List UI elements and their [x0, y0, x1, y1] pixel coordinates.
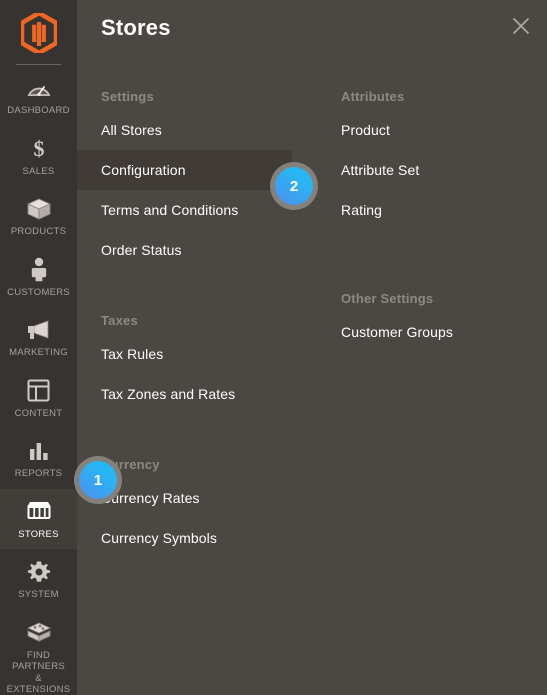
sidebar-item-label: FIND PARTNERS & EXTENSIONS	[6, 649, 71, 695]
close-icon	[512, 17, 530, 35]
menu-column-left: Settings All Stores Configuration Terms …	[77, 88, 317, 558]
sidebar-item-customers[interactable]: CUSTOMERS	[0, 247, 77, 308]
menu-column-right: Attributes Product Attribute Set Rating …	[317, 88, 547, 558]
layout-icon	[2, 378, 75, 404]
bar-chart-icon	[2, 438, 75, 464]
menu-link-tax-rules[interactable]: Tax Rules	[77, 334, 292, 374]
svg-text:$: $	[33, 136, 44, 160]
menu-group-title: Other Settings	[341, 291, 434, 306]
sidebar-item-label: CONTENT	[14, 407, 63, 419]
page-title: Stores	[101, 15, 171, 40]
menu-group-currency: Currency Currency Rates Currency Symbols	[77, 456, 317, 558]
menu-group-settings: Settings All Stores Configuration Terms …	[77, 88, 317, 270]
dollar-icon: $	[2, 136, 75, 162]
box-icon	[2, 196, 75, 222]
sidebar-item-system[interactable]: SYSTEM	[0, 549, 77, 610]
menu-link-order-status[interactable]: Order Status	[77, 230, 292, 270]
admin-sidebar: DASHBOARD $ SALES PRODUCTS CUSTOMERS MAR…	[0, 0, 77, 695]
sidebar-item-sales[interactable]: $ SALES	[0, 126, 77, 187]
menu-group-title: Settings	[101, 89, 154, 104]
magento-logo-icon	[20, 13, 57, 53]
sidebar-item-stores[interactable]: STORES	[0, 488, 77, 549]
megaphone-icon	[2, 317, 75, 343]
sidebar-item-label: SYSTEM	[18, 589, 59, 600]
sidebar-item-reports[interactable]: REPORTS	[0, 428, 77, 489]
menu-group-title: Attributes	[341, 89, 405, 104]
panel-header: Stores	[77, 0, 547, 62]
sidebar-item-label: SALES	[22, 165, 55, 177]
gauge-icon	[2, 75, 75, 101]
menu-group-title: Taxes	[101, 313, 138, 328]
sidebar-item-label: REPORTS	[14, 468, 63, 479]
sidebar-item-label: PRODUCTS	[10, 226, 67, 237]
person-icon	[2, 257, 75, 283]
menu-link-tax-zones-and-rates[interactable]: Tax Zones and Rates	[77, 374, 292, 414]
sidebar-item-products[interactable]: PRODUCTS	[0, 186, 77, 247]
sidebar-item-label: DASHBOARD	[7, 105, 70, 116]
sidebar-item-marketing[interactable]: MARKETING	[0, 307, 77, 368]
menu-link-currency-symbols[interactable]: Currency Symbols	[77, 518, 292, 558]
menu-link-attribute-set[interactable]: Attribute Set	[317, 150, 532, 190]
menu-link-terms-and-conditions[interactable]: Terms and Conditions	[77, 190, 292, 230]
menu-link-customer-groups[interactable]: Customer Groups	[317, 312, 532, 352]
menu-group-taxes: Taxes Tax Rules Tax Zones and Rates	[77, 312, 317, 414]
menu-link-all-stores[interactable]: All Stores	[77, 110, 292, 150]
stores-menu-overlay: DASHBOARD $ SALES PRODUCTS CUSTOMERS MAR…	[0, 0, 547, 695]
stores-menu-panel: Stores Settings All Stores Configuration…	[77, 0, 547, 695]
sidebar-item-label: STORES	[18, 528, 59, 540]
sidebar-item-label: CUSTOMERS	[7, 286, 70, 298]
menu-group-other-settings: Other Settings Customer Groups	[317, 290, 547, 352]
sidebar-item-dashboard[interactable]: DASHBOARD	[0, 65, 77, 126]
extension-box-icon	[2, 620, 75, 646]
menu-link-rating[interactable]: Rating	[317, 190, 532, 230]
menu-link-configuration[interactable]: Configuration	[77, 150, 292, 190]
storefront-icon	[2, 499, 75, 525]
menu-columns: Settings All Stores Configuration Terms …	[77, 62, 547, 558]
sidebar-item-find-partners-extensions[interactable]: FIND PARTNERS & EXTENSIONS	[0, 610, 77, 695]
menu-group-title: Currency	[101, 457, 160, 472]
sidebar-item-content[interactable]: CONTENT	[0, 368, 77, 429]
close-button[interactable]	[505, 10, 537, 42]
menu-link-product[interactable]: Product	[317, 110, 532, 150]
sidebar-item-label: MARKETING	[9, 347, 68, 358]
menu-link-currency-rates[interactable]: Currency Rates	[77, 478, 292, 518]
gear-icon	[2, 559, 75, 585]
magento-logo[interactable]	[0, 0, 77, 62]
menu-group-attributes: Attributes Product Attribute Set Rating	[317, 88, 547, 230]
